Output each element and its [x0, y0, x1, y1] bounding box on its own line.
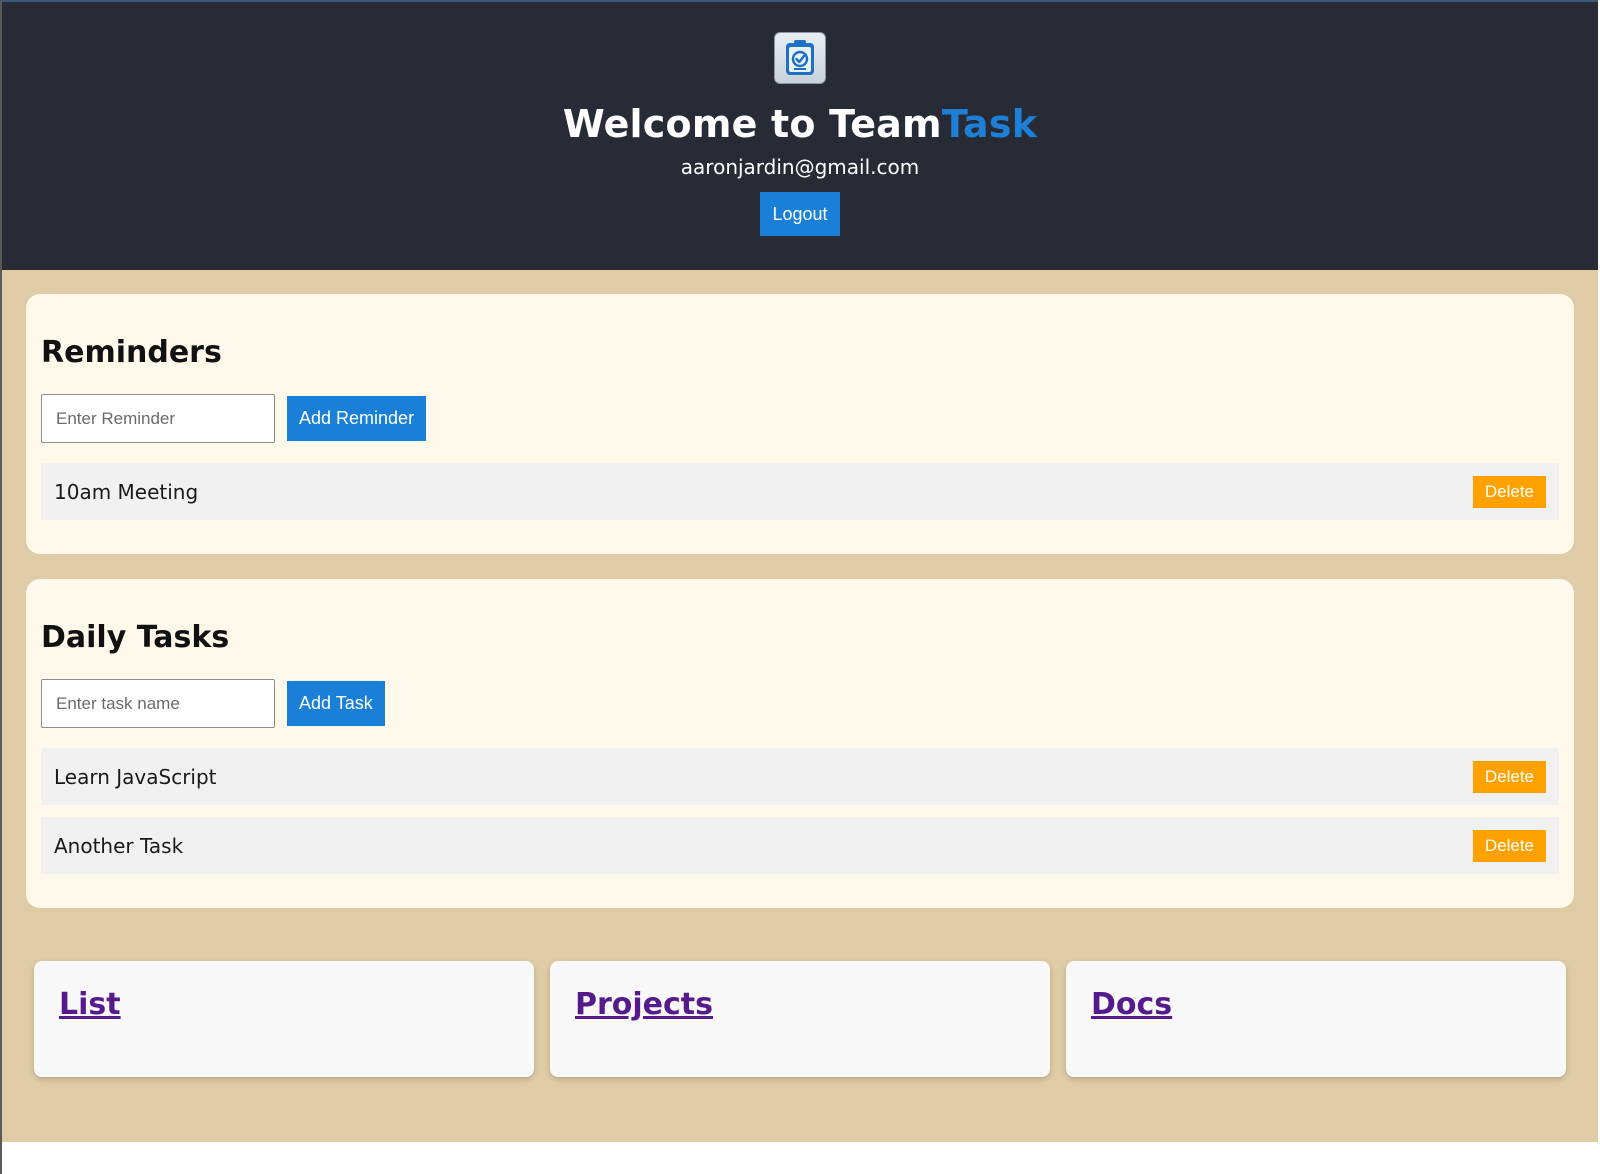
task-add-row: Add Task	[41, 679, 1559, 728]
list-card: List	[34, 961, 534, 1077]
task-text: Learn JavaScript	[54, 764, 217, 789]
title-accent: Task	[941, 102, 1038, 146]
projects-link[interactable]: Projects	[575, 987, 713, 1022]
daily-tasks-heading: Daily Tasks	[41, 620, 230, 655]
list-item: Another Task Delete	[41, 817, 1559, 874]
docs-link[interactable]: Docs	[1091, 987, 1172, 1022]
delete-button[interactable]: Delete	[1472, 760, 1546, 793]
quick-links: List Projects Docs	[26, 933, 1574, 1077]
daily-tasks-card: Daily Tasks Add Task Learn JavaScript De…	[26, 579, 1574, 908]
task-text: Another Task	[54, 833, 184, 858]
reminders-heading: Reminders	[41, 335, 222, 370]
reminders-card: Reminders Add Reminder 10am Meeting Dele…	[26, 294, 1574, 554]
title-prefix: Welcome to Team	[562, 102, 942, 146]
add-task-button[interactable]: Add Task	[287, 681, 385, 726]
user-email: aaronjardin@gmail.com	[680, 155, 920, 179]
page-title: Welcome to TeamTask	[2, 100, 1598, 148]
list-item: Learn JavaScript Delete	[41, 748, 1559, 805]
app-window: Welcome to TeamTask aaronjardin@gmail.co…	[0, 0, 1598, 1174]
page-footer	[2, 1142, 1598, 1174]
task-list: Learn JavaScript Delete Another Task Del…	[41, 748, 1559, 874]
list-link[interactable]: List	[59, 987, 121, 1022]
logout-button[interactable]: Logout	[760, 192, 840, 236]
docs-card: Docs	[1066, 961, 1566, 1077]
reminder-add-row: Add Reminder	[41, 394, 1559, 443]
header: Welcome to TeamTask aaronjardin@gmail.co…	[2, 0, 1598, 270]
clipboard-check-icon	[774, 32, 826, 84]
delete-button[interactable]: Delete	[1472, 475, 1546, 508]
reminder-list: 10am Meeting Delete	[41, 463, 1559, 520]
main-content: Reminders Add Reminder 10am Meeting Dele…	[2, 270, 1598, 1142]
delete-button[interactable]: Delete	[1472, 829, 1546, 862]
task-input[interactable]	[41, 679, 275, 728]
projects-card: Projects	[550, 961, 1050, 1077]
list-item: 10am Meeting Delete	[41, 463, 1559, 520]
add-reminder-button[interactable]: Add Reminder	[287, 396, 427, 441]
reminder-text: 10am Meeting	[54, 479, 199, 504]
reminder-input[interactable]	[41, 394, 275, 443]
